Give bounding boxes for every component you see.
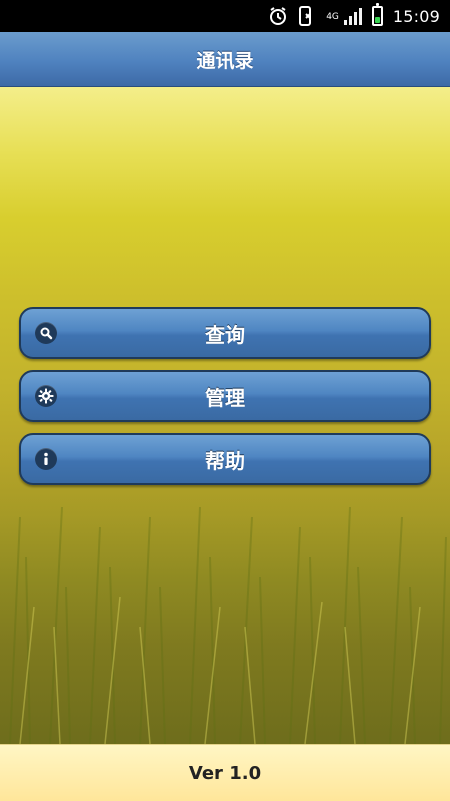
status-time: 15:09 bbox=[392, 6, 440, 26]
alarm-clock-icon bbox=[268, 6, 288, 26]
network-type-label: 4G bbox=[326, 12, 339, 22]
status-bar: 4G 15:09 bbox=[0, 0, 450, 32]
search-icon bbox=[35, 322, 57, 344]
phone-nfc-icon bbox=[298, 6, 316, 26]
footer-bar: Ver 1.0 bbox=[0, 744, 450, 801]
main-menu: 查询 管理 帮助 bbox=[19, 307, 431, 496]
version-label: Ver 1.0 bbox=[188, 762, 262, 784]
help-button[interactable]: 帮助 bbox=[19, 433, 431, 485]
gear-icon bbox=[35, 385, 57, 407]
manage-button[interactable]: 管理 bbox=[19, 370, 431, 422]
page-title: 通讯录 bbox=[196, 49, 254, 72]
query-button-label: 查询 bbox=[205, 322, 245, 347]
manage-button-label: 管理 bbox=[205, 385, 245, 410]
signal-icon: 4G bbox=[326, 7, 362, 25]
battery-icon bbox=[371, 3, 383, 26]
help-button-label: 帮助 bbox=[205, 448, 245, 473]
info-icon bbox=[35, 448, 57, 470]
title-bar: 通讯录 bbox=[0, 32, 450, 87]
query-button[interactable]: 查询 bbox=[19, 307, 431, 359]
